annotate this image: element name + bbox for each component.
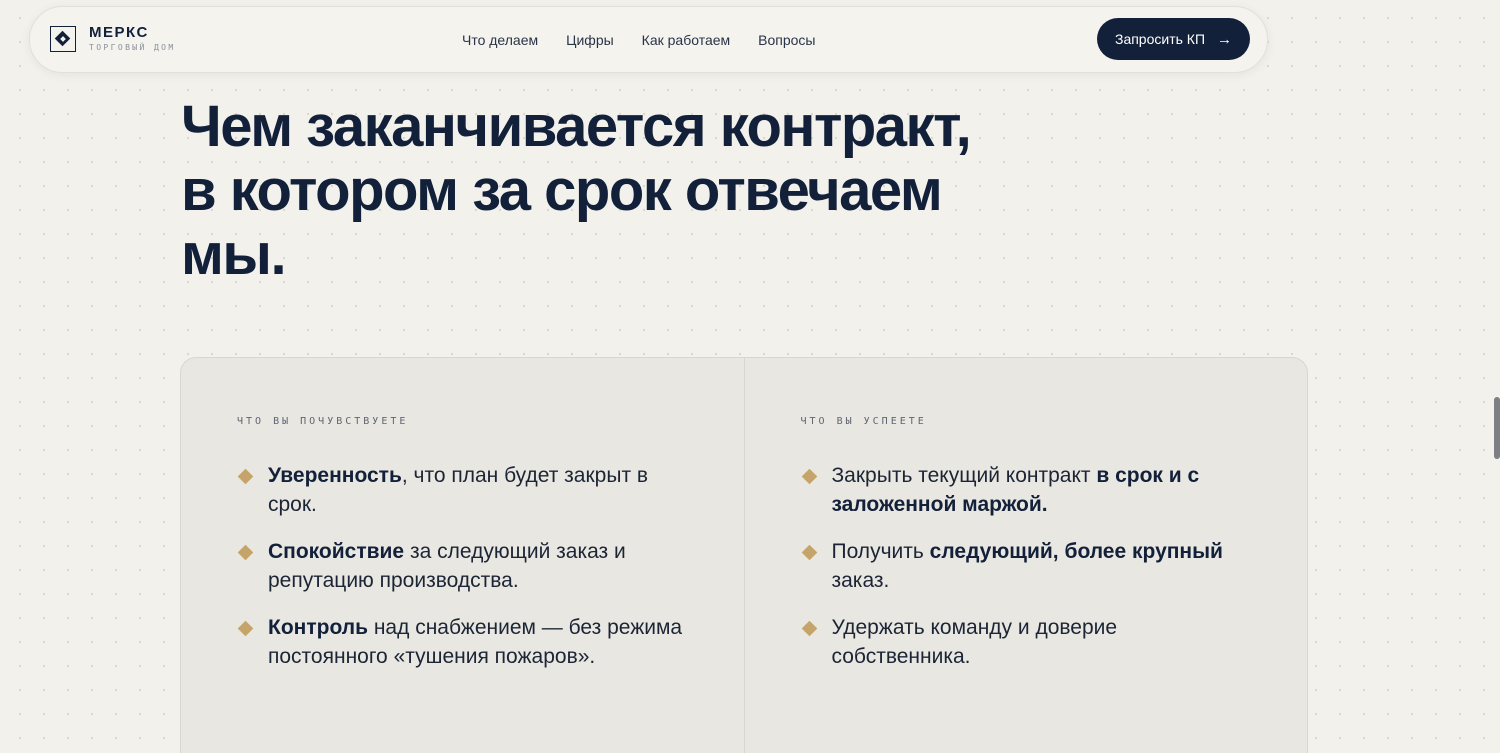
- diamond-bullet-icon: [237, 468, 254, 485]
- request-quote-button[interactable]: Запросить КП →: [1097, 18, 1250, 60]
- item-post: заказ.: [831, 569, 890, 592]
- list-item: Спокойствие за следующий заказ и репутац…: [237, 537, 688, 595]
- main-nav: Что делаем Цифры Как работаем Вопросы: [462, 32, 816, 48]
- brand-logo[interactable]: МЕРКС ТОРГОВЫЙ ДОМ: [50, 25, 176, 52]
- list-item: Контроль над снабжением — без режима пос…: [237, 613, 688, 671]
- nav-link-numbers[interactable]: Цифры: [566, 32, 614, 48]
- diamond-bullet-icon: [801, 544, 817, 561]
- diamond-bullet-icon: [237, 544, 254, 561]
- hero-title: Чем заканчивается контракт, в котором за…: [181, 95, 1081, 287]
- site-header: МЕРКС ТОРГОВЫЙ ДОМ Что делаем Цифры Как …: [29, 6, 1268, 73]
- item-bold: Уверенность: [268, 464, 402, 487]
- item-post: .: [1041, 493, 1048, 516]
- feelings-column: ЧТО ВЫ ПОЧУВСТВУЕТЕ Уверенность, что пла…: [181, 358, 744, 753]
- nav-link-how-we-work[interactable]: Как работаем: [642, 32, 730, 48]
- diamond-bullet-icon: [801, 468, 817, 485]
- hero-title-line-1: Чем заканчивается контракт,: [181, 94, 972, 159]
- arrow-right-icon: →: [1217, 30, 1233, 48]
- item-bold: следующий, более крупный: [929, 540, 1223, 563]
- outcomes-card: ЧТО ВЫ ПОЧУВСТВУЕТЕ Уверенность, что пла…: [180, 357, 1308, 753]
- item-bold: Спокойствие: [268, 540, 405, 563]
- brand-subtitle: ТОРГОВЫЙ ДОМ: [89, 43, 176, 52]
- list-item: Удержать команду и доверие собственника.: [801, 613, 1252, 671]
- item-pre: Получить: [831, 540, 930, 563]
- list-item: Получить следующий, более крупный заказ.: [801, 537, 1252, 595]
- feelings-label: ЧТО ВЫ ПОЧУВСТВУЕТЕ: [237, 416, 409, 427]
- hero-title-line-2: в котором за срок отвечаем: [181, 158, 943, 223]
- nav-link-questions[interactable]: Вопросы: [758, 32, 815, 48]
- achievements-label: ЧТО ВЫ УСПЕЕТЕ: [800, 416, 927, 427]
- list-item: Закрыть текущий контракт в срок и с зало…: [801, 461, 1252, 519]
- brand-name: МЕРКС: [89, 24, 149, 41]
- item-pre: Закрыть текущий контракт: [831, 464, 1097, 487]
- achievements-column: ЧТО ВЫ УСПЕЕТЕ Закрыть текущий контракт …: [743, 358, 1308, 753]
- request-quote-label: Запросить КП: [1114, 31, 1206, 47]
- logo-diamond-icon: [50, 25, 76, 52]
- item-bold: Контроль: [268, 616, 368, 639]
- list-item: Уверенность, что план будет закрыт в сро…: [237, 461, 688, 519]
- item-pre: Удержать команду и доверие собственника.: [831, 616, 1118, 668]
- nav-link-what-we-do[interactable]: Что делаем: [462, 32, 538, 48]
- hero-title-line-3: мы.: [181, 222, 287, 287]
- diamond-bullet-icon: [801, 620, 817, 637]
- diamond-bullet-icon: [237, 620, 254, 637]
- page-scrollbar[interactable]: [1494, 397, 1500, 459]
